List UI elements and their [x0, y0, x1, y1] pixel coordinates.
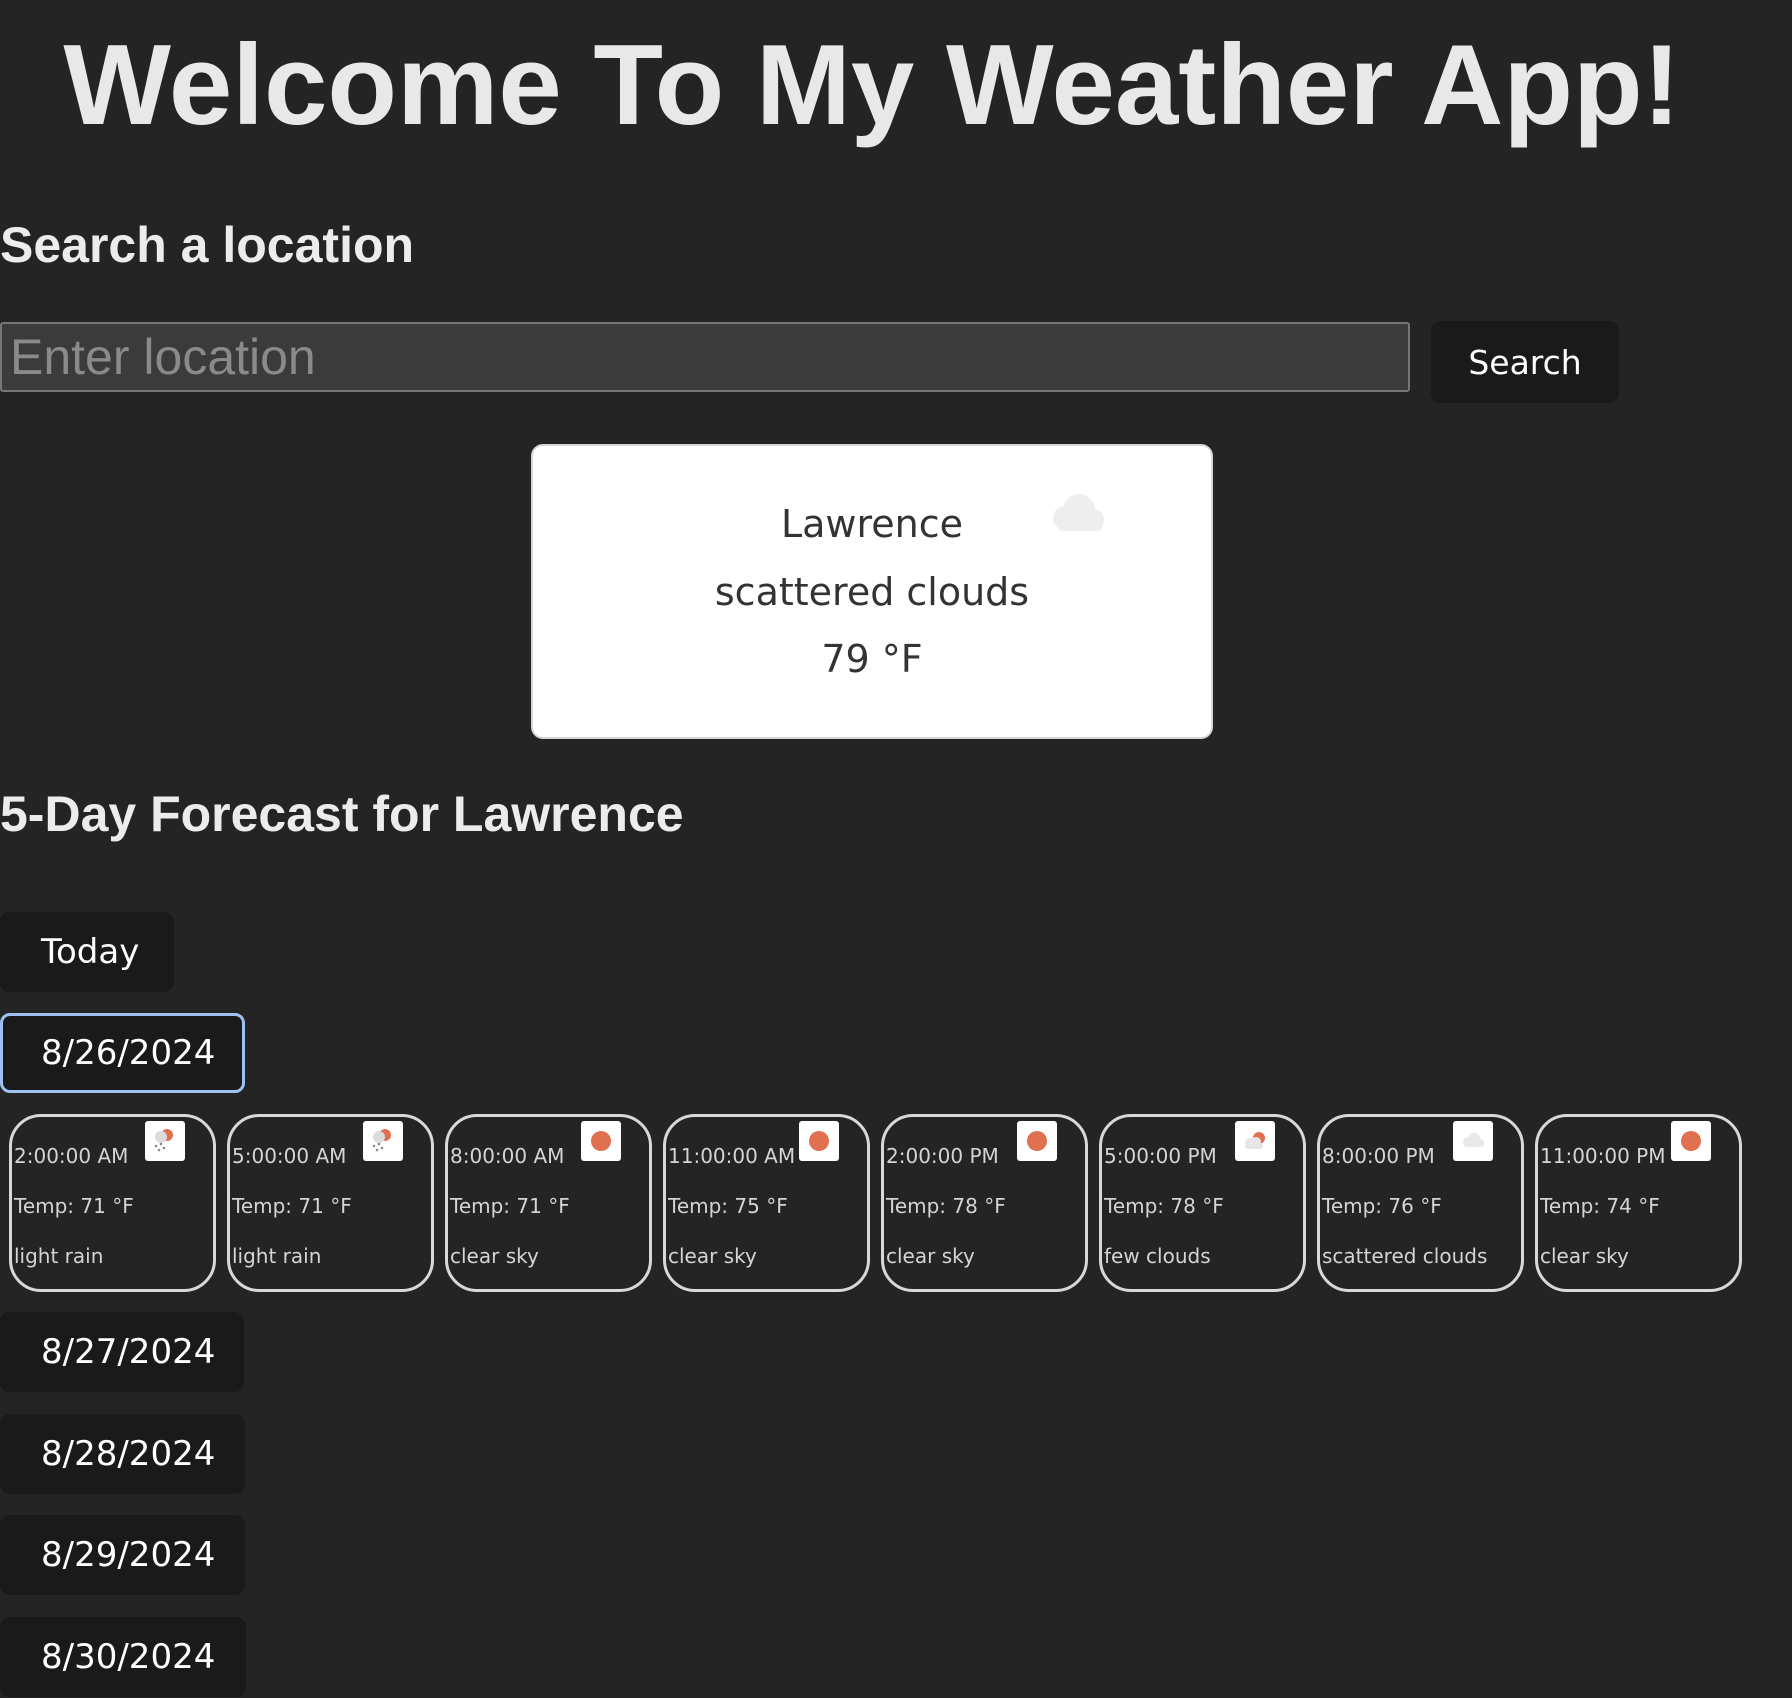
- hour-card: 5:00:00 PM Temp: 78 °F few clouds: [1099, 1114, 1306, 1292]
- search-button[interactable]: Search: [1431, 321, 1619, 403]
- hour-temp: Temp: 76 °F: [1322, 1194, 1442, 1218]
- sun-icon: [799, 1121, 839, 1161]
- hour-time: 8:00:00 AM: [450, 1144, 565, 1168]
- hour-time: 2:00:00 AM: [14, 1144, 129, 1168]
- day-button-3[interactable]: 8/29/2024: [0, 1515, 245, 1595]
- hour-description: clear sky: [886, 1244, 975, 1268]
- hour-description: clear sky: [1540, 1244, 1629, 1268]
- hour-card: 2:00:00 PM Temp: 78 °F clear sky: [881, 1114, 1088, 1292]
- hour-time: 2:00:00 PM: [886, 1144, 999, 1168]
- sun-icon: [1017, 1121, 1057, 1161]
- hour-description: light rain: [232, 1244, 322, 1268]
- hour-card: 2:00:00 AM Temp: 71 °F light rain: [9, 1114, 216, 1292]
- hour-time: 8:00:00 PM: [1322, 1144, 1435, 1168]
- hour-card: 11:00:00 PM Temp: 74 °F clear sky: [1535, 1114, 1742, 1292]
- hour-description: light rain: [14, 1244, 104, 1268]
- hour-card: 8:00:00 PM Temp: 76 °F scattered clouds: [1317, 1114, 1524, 1292]
- hour-time: 5:00:00 AM: [232, 1144, 347, 1168]
- hour-description: few clouds: [1104, 1244, 1211, 1268]
- sun-icon: [581, 1121, 621, 1161]
- rain-icon: [145, 1121, 185, 1161]
- hour-description: clear sky: [668, 1244, 757, 1268]
- hour-temp: Temp: 71 °F: [232, 1194, 352, 1218]
- hour-temp: Temp: 74 °F: [1540, 1194, 1660, 1218]
- hour-temp: Temp: 78 °F: [1104, 1194, 1224, 1218]
- hour-time: 11:00:00 PM: [1540, 1144, 1666, 1168]
- hour-temp: Temp: 71 °F: [450, 1194, 570, 1218]
- hour-description: clear sky: [450, 1244, 539, 1268]
- search-input[interactable]: [0, 322, 1410, 392]
- forecast-heading: 5-Day Forecast for Lawrence: [0, 786, 684, 842]
- hour-temp: Temp: 71 °F: [14, 1194, 134, 1218]
- day-button-1[interactable]: 8/27/2024: [0, 1312, 244, 1392]
- search-heading: Search a location: [0, 217, 415, 273]
- current-city: Lawrence: [780, 502, 964, 546]
- today-button[interactable]: Today: [0, 912, 174, 992]
- few-clouds-icon: [1235, 1121, 1275, 1161]
- cloud-icon: [1453, 1121, 1493, 1161]
- hour-card: 5:00:00 AM Temp: 71 °F light rain: [227, 1114, 434, 1292]
- current-description: scattered clouds: [714, 570, 1030, 614]
- hour-temp: Temp: 75 °F: [668, 1194, 788, 1218]
- current-temperature: 79 °F: [821, 637, 923, 681]
- current-weather-card: Lawrence scattered clouds 79 °F: [531, 444, 1213, 739]
- cloud-icon: [1053, 494, 1104, 531]
- hour-time: 11:00:00 AM: [668, 1144, 796, 1168]
- hour-card: 8:00:00 AM Temp: 71 °F clear sky: [445, 1114, 652, 1292]
- rain-icon: [363, 1121, 403, 1161]
- day-button-4[interactable]: 8/30/2024: [0, 1617, 246, 1697]
- sun-icon: [1671, 1121, 1711, 1161]
- hour-card: 11:00:00 AM Temp: 75 °F clear sky: [663, 1114, 870, 1292]
- day-button-0[interactable]: 8/26/2024: [0, 1013, 245, 1093]
- hour-description: scattered clouds: [1322, 1244, 1488, 1268]
- day-button-2[interactable]: 8/28/2024: [0, 1414, 245, 1494]
- hour-temp: Temp: 78 °F: [886, 1194, 1006, 1218]
- app-title: Welcome To My Weather App!: [63, 22, 1681, 149]
- hour-time: 5:00:00 PM: [1104, 1144, 1217, 1168]
